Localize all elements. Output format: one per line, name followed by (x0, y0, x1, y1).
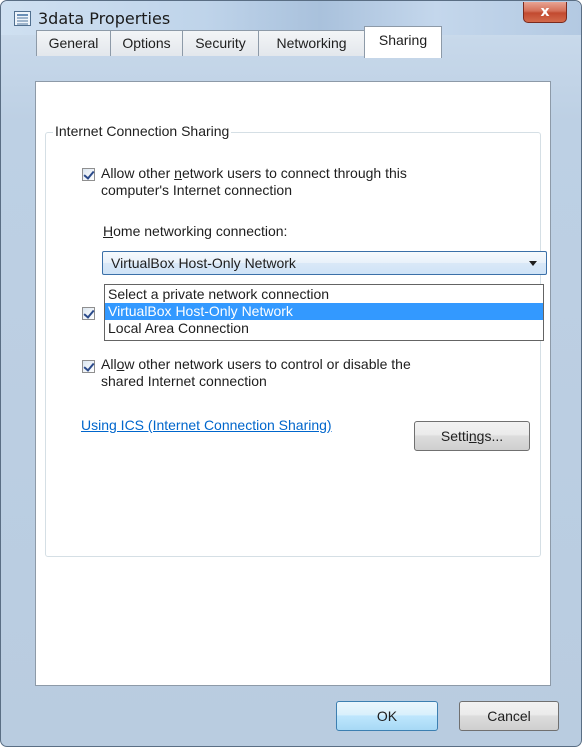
ok-button[interactable]: OK (336, 701, 438, 731)
home-network-select-value: VirtualBox Host-Only Network (111, 255, 296, 271)
allow-connect-hotkey: n (174, 165, 182, 181)
home-network-label: Home networking connection: (103, 223, 287, 240)
settings-button[interactable]: Settings... (414, 421, 530, 451)
tab-networking[interactable]: Networking (258, 30, 365, 56)
home-network-select[interactable]: VirtualBox Host-Only Network (102, 251, 547, 275)
allow-connect-text-a: Allow other (101, 165, 175, 181)
allow-connect-text-b: etwork users to connect through this (181, 165, 407, 181)
dropdown-option-private[interactable]: Select a private network connection (105, 286, 543, 303)
allow-connect-label[interactable]: Allow other network users to connect thr… (101, 165, 407, 199)
tab-general[interactable]: General (36, 30, 111, 56)
hidden-option-checkbox[interactable] (82, 307, 95, 320)
tab-security[interactable]: Security (182, 30, 259, 56)
properties-sheet-icon (14, 11, 31, 26)
allow-control-text-a: All (101, 356, 117, 372)
tab-options[interactable]: Options (110, 30, 183, 56)
dropdown-option-local-area[interactable]: Local Area Connection (105, 320, 543, 337)
window-title: 3data Properties (38, 9, 171, 28)
settings-hotkey: n (468, 428, 477, 444)
ics-group-label: Internet Connection Sharing (53, 123, 232, 139)
allow-connect-text-c: computer's Internet connection (101, 182, 293, 198)
home-network-hotkey: H (103, 223, 114, 239)
dropdown-option-virtualbox[interactable]: VirtualBox Host-Only Network (105, 303, 543, 320)
home-network-dropdown-list: Select a private network connection Virt… (104, 284, 544, 341)
allow-control-text-b: w other network users to control or disa… (124, 356, 411, 372)
tab-sharing[interactable]: Sharing (364, 26, 442, 58)
settings-text-a: Setti (440, 428, 469, 444)
ics-help-link[interactable]: Using ICS (Internet Connection Sharing) (81, 417, 332, 433)
cancel-button[interactable]: Cancel (459, 701, 559, 731)
settings-text-b: gs... (476, 428, 504, 444)
close-button[interactable]: x (523, 2, 567, 23)
home-network-label-text: ome networking connection: (113, 223, 288, 239)
allow-control-checkbox[interactable] (82, 360, 95, 373)
allow-control-label[interactable]: Allow other network users to control or … (101, 356, 411, 390)
close-icon: x (540, 4, 550, 20)
properties-window: 3data Properties x General Options Secur… (0, 0, 582, 747)
allow-connect-checkbox[interactable] (82, 168, 95, 181)
allow-control-text-c: shared Internet connection (101, 373, 267, 389)
chevron-down-icon[interactable] (529, 261, 537, 266)
